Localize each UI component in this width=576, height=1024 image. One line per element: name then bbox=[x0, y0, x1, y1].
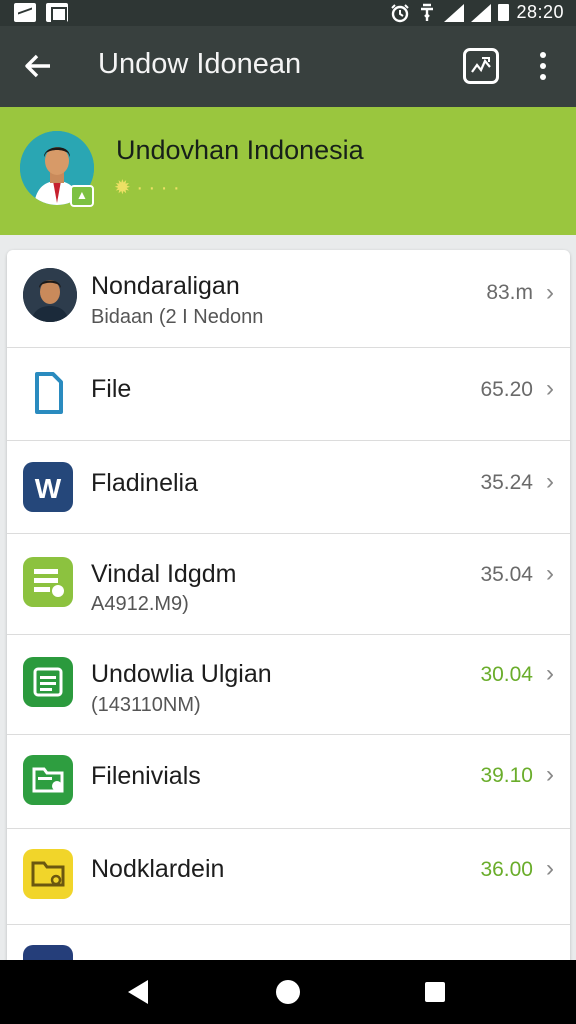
list-item[interactable]: File 65.20 › bbox=[7, 348, 570, 441]
folder-icon bbox=[23, 849, 73, 899]
cell-signal-icon bbox=[471, 3, 492, 22]
row-value: 65.20 bbox=[480, 378, 533, 401]
chevron-right-icon: › bbox=[546, 560, 554, 587]
row-value: 35.24 bbox=[480, 471, 533, 494]
chevron-right-icon: › bbox=[546, 660, 554, 687]
square-icon bbox=[46, 3, 68, 22]
arrow-left-icon bbox=[25, 54, 50, 78]
chevron-right-icon: › bbox=[546, 468, 554, 495]
alarm-icon bbox=[391, 3, 410, 22]
list-item[interactable]: Nondaraligan Bidaan (2 I Nedonn 83.m › bbox=[7, 250, 570, 348]
avatar bbox=[23, 268, 77, 322]
row-title: Nondaraligan bbox=[91, 272, 240, 300]
row-title: File bbox=[91, 375, 132, 403]
row-value: 39.10 bbox=[480, 764, 533, 787]
row-subtitle: A4912.M9) bbox=[91, 593, 189, 615]
chevron-right-icon: › bbox=[546, 761, 554, 788]
list-item[interactable]: Nodklardein 36.00 › bbox=[7, 829, 570, 925]
row-title: Filenivials bbox=[91, 762, 201, 790]
back-button[interactable] bbox=[18, 44, 58, 88]
nav-recents-icon[interactable] bbox=[425, 982, 445, 1002]
nav-back-icon[interactable] bbox=[128, 980, 148, 1004]
wifi-icon bbox=[421, 3, 434, 21]
status-bar: 28:20 bbox=[0, 0, 576, 26]
w-document-icon: W bbox=[23, 462, 73, 512]
list-item[interactable]: Filenivials 39.10 › bbox=[7, 735, 570, 829]
row-title: Fladinelia bbox=[91, 469, 199, 497]
status-time: 28:20 bbox=[516, 2, 564, 22]
chart-icon bbox=[471, 57, 491, 73]
battery-icon bbox=[498, 4, 510, 21]
signal-chart-icon bbox=[14, 3, 36, 22]
svg-text:W: W bbox=[35, 473, 62, 504]
more-vert-icon[interactable] bbox=[530, 46, 556, 86]
list-item[interactable]: Vindal Idgdm A4912.M9) 35.04 › bbox=[7, 534, 570, 635]
sparkle-icon: ✹ · · · · bbox=[114, 177, 180, 199]
row-value: 35.04 bbox=[480, 563, 533, 586]
app-bar: Undow Idonean bbox=[0, 26, 576, 107]
add-badge-icon: ▲ bbox=[70, 185, 94, 207]
row-subtitle: (143110NM) bbox=[91, 694, 201, 716]
nav-home-icon[interactable] bbox=[276, 980, 300, 1004]
row-title: Undowlia Ulgian bbox=[91, 660, 272, 688]
file-icon bbox=[23, 368, 73, 418]
cell-signal-icon bbox=[444, 3, 465, 22]
chart-action-button[interactable] bbox=[463, 48, 499, 84]
list-item[interactable]: W Fladinelia 35.24 › bbox=[7, 441, 570, 534]
item-list: Nondaraligan Bidaan (2 I Nedonn 83.m › F… bbox=[7, 250, 570, 970]
list-item[interactable]: Undowlia Ulgian (143110NM) 30.04 › bbox=[7, 635, 570, 735]
spreadsheet-icon bbox=[23, 557, 73, 607]
document-lines-icon bbox=[23, 657, 73, 707]
app-title: Undow Idonean bbox=[98, 48, 302, 80]
row-subtitle: Bidaan (2 I Nedonn bbox=[91, 306, 264, 328]
row-value: 30.04 bbox=[480, 663, 533, 686]
profile-name: Undovhan Indonesia bbox=[116, 135, 364, 165]
chevron-right-icon: › bbox=[546, 375, 554, 402]
row-value: 36.00 bbox=[480, 858, 533, 881]
chevron-right-icon: › bbox=[546, 279, 554, 306]
row-title: Nodklardein bbox=[91, 855, 225, 883]
chevron-right-icon: › bbox=[546, 855, 554, 882]
system-nav-bar bbox=[0, 960, 576, 1024]
row-title: Vindal Idgdm bbox=[91, 560, 237, 588]
profile-header: ▲ Undovhan Indonesia ✹ · · · · bbox=[0, 107, 576, 235]
row-value: 83.m bbox=[486, 281, 533, 304]
folder-search-icon bbox=[23, 755, 73, 805]
